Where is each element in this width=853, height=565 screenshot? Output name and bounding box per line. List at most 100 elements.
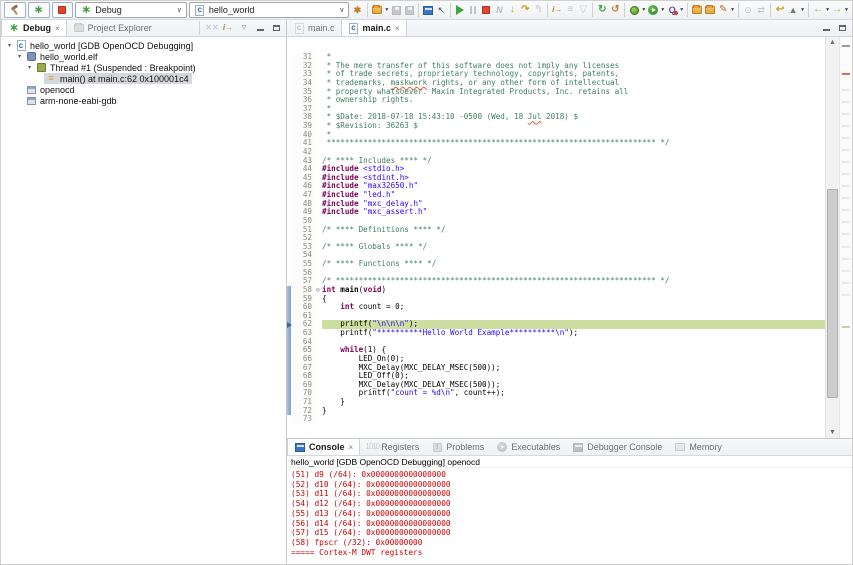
editor-margin[interactable] (287, 113, 293, 122)
annotation-mark[interactable] (842, 161, 850, 163)
editor-margin[interactable] (287, 389, 293, 398)
console-view-tab-memory[interactable]: Memory (668, 439, 728, 455)
editor-margin[interactable] (287, 346, 293, 355)
code-line[interactable]: 36 * ownership rights. (287, 96, 825, 105)
editor-margin[interactable] (287, 372, 293, 381)
minimize-icon[interactable] (254, 20, 266, 36)
instruction-pointer-margin[interactable] (287, 320, 293, 329)
new-wizard-icon[interactable]: ▼ (371, 2, 389, 18)
editor-margin[interactable] (287, 303, 293, 312)
dropdown-arrow-icon[interactable]: ▼ (730, 7, 735, 13)
annotation-mark[interactable] (842, 246, 850, 248)
select-pointer-icon[interactable]: ↖ (435, 2, 447, 18)
editor-margin[interactable] (287, 226, 293, 235)
editor-margin[interactable] (287, 96, 293, 105)
debug-view-tab-project-explorer[interactable]: Project Explorer (67, 20, 158, 36)
previous-annotation-dropdown[interactable]: ▲▼ (787, 2, 805, 18)
editor-margin[interactable] (287, 62, 293, 71)
scroll-down-arrow-icon[interactable]: ▼ (826, 427, 839, 438)
save-all-icon[interactable] (403, 2, 415, 18)
code-line[interactable]: 53/* **** Globals **** */ (287, 243, 825, 252)
reset-icon[interactable]: ↺ (609, 2, 621, 18)
editor-margin[interactable] (287, 88, 293, 97)
code-line[interactable]: 60 int count = 0; (287, 303, 825, 312)
close-icon[interactable]: × (395, 24, 400, 33)
dropdown-arrow-icon[interactable]: ▼ (641, 7, 646, 13)
view-menu-icon[interactable]: ▽ (238, 20, 250, 36)
mark-occurrences-dropdown[interactable]: ✎▼ (717, 2, 735, 18)
terminate-launch-button[interactable] (52, 2, 74, 18)
use-step-filters-icon[interactable]: ▽ (577, 2, 589, 18)
minimize-icon[interactable] (820, 20, 832, 36)
annotation-mark[interactable] (842, 125, 850, 127)
editor-margin[interactable] (287, 338, 293, 347)
editor-margin[interactable] (287, 312, 293, 321)
console-view-tab-problems[interactable]: !Problems (425, 439, 490, 455)
editor-margin[interactable] (287, 364, 293, 373)
run-history-dropdown[interactable]: ▼ (647, 2, 665, 18)
editor-margin[interactable] (287, 277, 293, 286)
annotation-mark[interactable] (842, 221, 850, 223)
editor-margin[interactable] (287, 398, 293, 407)
dropdown-arrow-icon[interactable]: ▼ (800, 7, 805, 13)
forward-dropdown[interactable]: →▼ (831, 2, 849, 18)
editor-margin[interactable] (287, 105, 293, 114)
fold-collapse-icon[interactable]: ⊖ (314, 286, 322, 295)
dropdown-arrow-icon[interactable]: ▼ (825, 7, 830, 13)
disconnect-icon[interactable]: N (493, 2, 505, 18)
editor-margin[interactable] (287, 139, 293, 148)
debug-history-dropdown[interactable]: ▼ (628, 2, 646, 18)
dropdown-arrow-icon[interactable]: ▼ (679, 7, 684, 13)
console-view-tab-executables[interactable]: Executables (490, 439, 566, 455)
expander-arrow-icon[interactable]: ▾ (15, 53, 24, 60)
annotation-mark[interactable] (842, 73, 850, 75)
resume-icon[interactable] (454, 2, 466, 18)
editor-margin[interactable] (287, 79, 293, 88)
code-line[interactable]: 70 printf("count = %d\n", count++); (287, 389, 825, 398)
editor-margin[interactable] (287, 191, 293, 200)
editor-margin[interactable] (287, 200, 293, 209)
expander-arrow-icon[interactable]: ▾ (5, 42, 14, 49)
expander-arrow-icon[interactable]: ▾ (25, 64, 34, 71)
editor-margin[interactable] (287, 217, 293, 226)
build-hammer-button[interactable] (4, 2, 26, 18)
editor-margin[interactable] (287, 355, 293, 364)
editor-margin[interactable] (287, 260, 293, 269)
annotation-mark[interactable] (842, 258, 850, 260)
editor-margin[interactable] (287, 381, 293, 390)
editor-margin[interactable] (287, 53, 293, 62)
editor-margin[interactable] (287, 407, 293, 416)
step-return-icon[interactable]: ↰ (532, 2, 544, 18)
annotation-mark[interactable] (842, 185, 850, 187)
editor-margin[interactable] (287, 234, 293, 243)
annotation-mark[interactable] (842, 89, 850, 91)
editor-margin[interactable] (287, 295, 293, 304)
dropdown-arrow-icon[interactable]: ▼ (384, 7, 389, 13)
annotation-mark[interactable] (842, 326, 850, 328)
maximize-icon[interactable] (270, 20, 282, 36)
instruction-stepping-icon[interactable]: i→ (551, 2, 563, 18)
close-icon[interactable]: × (349, 443, 354, 452)
save-icon[interactable] (390, 2, 402, 18)
console-view-tab-console[interactable]: Console× (287, 439, 360, 455)
open-console-icon[interactable] (422, 2, 434, 18)
scrollbar-thumb[interactable] (827, 189, 838, 398)
code-line[interactable]: 58⊖int main(void) (287, 286, 825, 295)
editor-margin[interactable] (287, 251, 293, 260)
step-into-icon[interactable]: ↓ (506, 2, 518, 18)
terminate-icon[interactable] (480, 2, 492, 18)
console-output[interactable]: (51) d9 (/64): 0x0000000000000000(52) d1… (287, 468, 852, 565)
project-combo[interactable]: c hello_world ∨ (189, 2, 350, 18)
editor-tab-main.c[interactable]: cmain.c (287, 20, 341, 36)
annotation-mark[interactable] (842, 270, 850, 272)
code-area[interactable]: 31 *32 * The mere transfer of this softw… (287, 37, 825, 438)
editor-scrollbar[interactable]: ▲ ▼ (825, 37, 839, 438)
annotation-mark[interactable] (842, 149, 850, 151)
dropdown-arrow-icon[interactable]: ▼ (844, 7, 849, 13)
debug-launch-tree[interactable]: ▾chello_world [GDB OpenOCD Debugging]▾he… (1, 37, 286, 565)
editor-margin[interactable] (287, 131, 293, 140)
editor-margin[interactable] (287, 165, 293, 174)
annotation-mark[interactable] (842, 101, 850, 103)
debug-config-combo[interactable]: ∗ Debug ∨ (75, 2, 187, 18)
editor-margin[interactable] (287, 415, 293, 424)
